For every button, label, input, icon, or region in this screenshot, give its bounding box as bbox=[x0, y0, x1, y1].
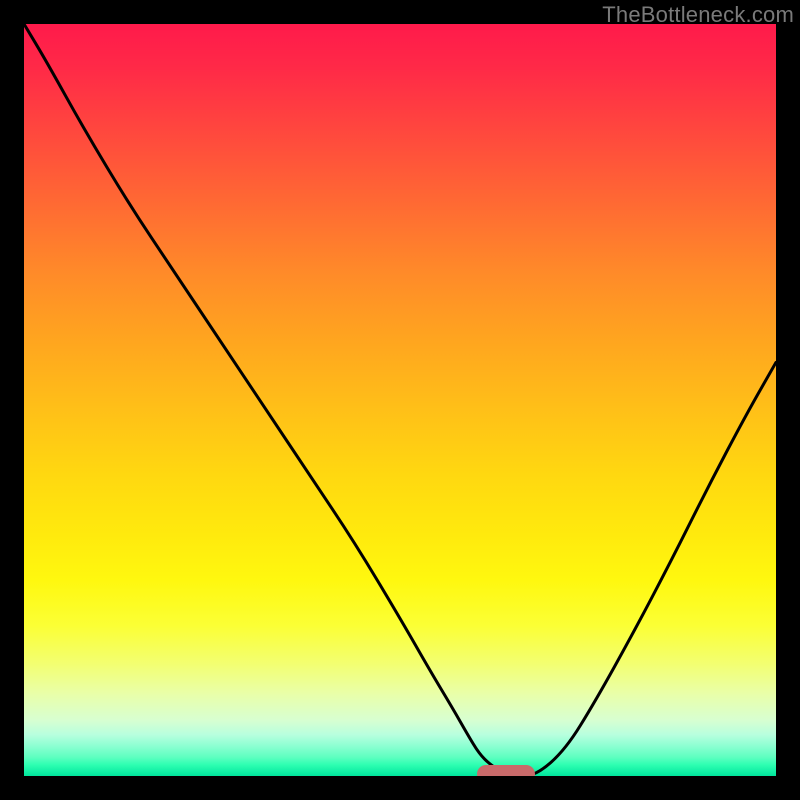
plot-area bbox=[24, 24, 776, 776]
chart-frame: TheBottleneck.com bbox=[0, 0, 800, 800]
watermark-text: TheBottleneck.com bbox=[602, 2, 794, 28]
bottleneck-curve bbox=[24, 24, 776, 776]
optimal-range-marker bbox=[477, 765, 536, 776]
curve-path bbox=[24, 24, 776, 776]
